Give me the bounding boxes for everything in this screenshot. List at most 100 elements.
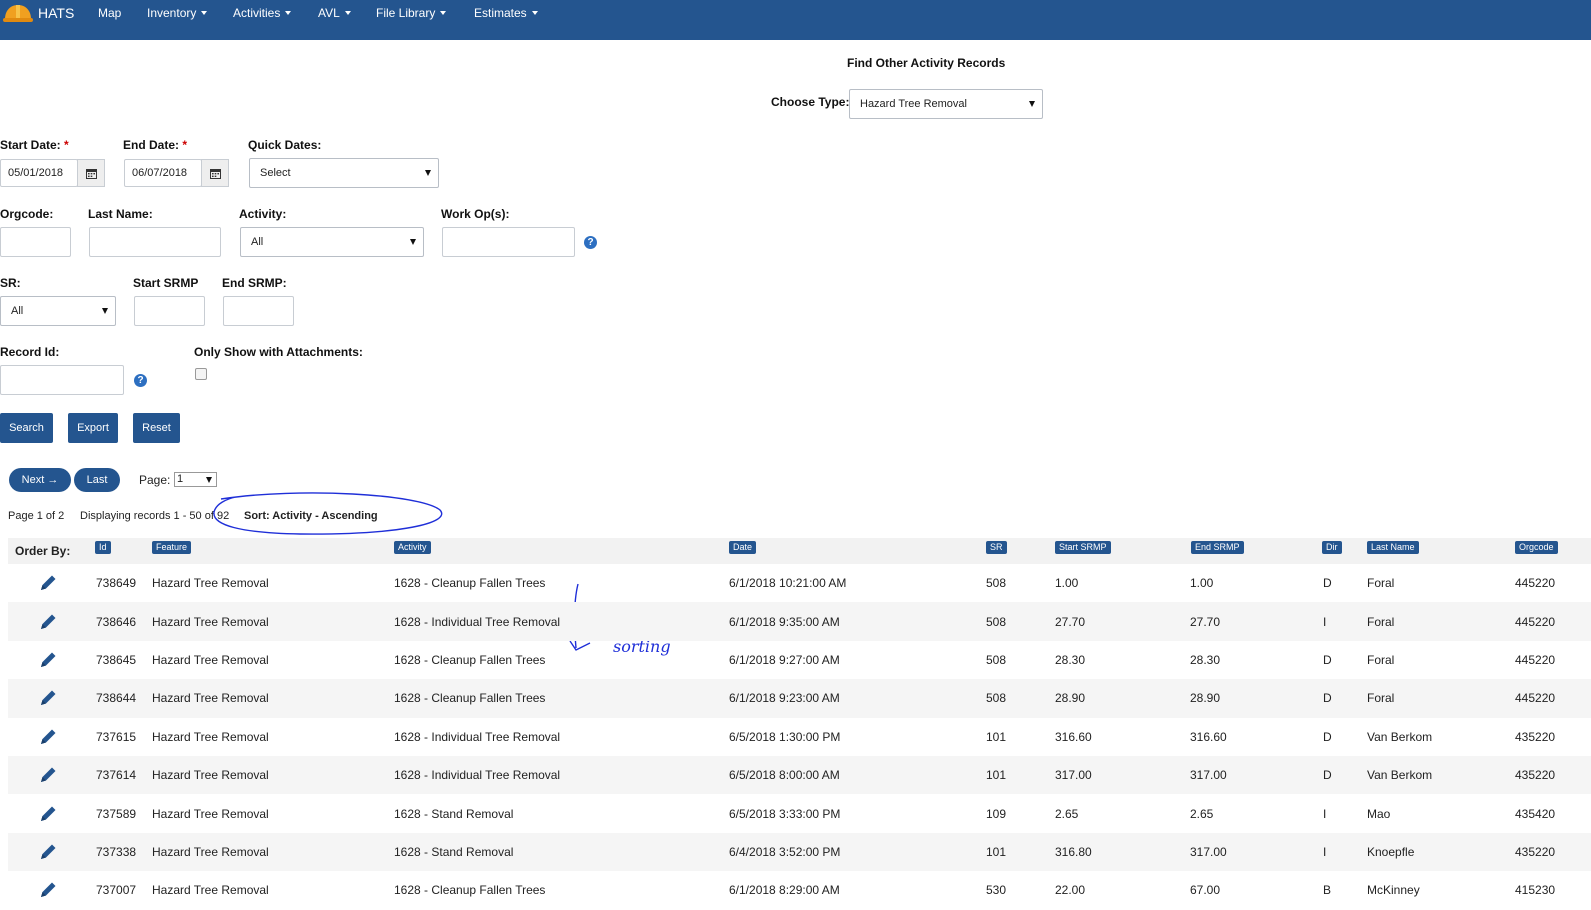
cell-date: 6/4/2018 3:52:00 PM	[729, 844, 841, 859]
sr-label: SR:	[0, 276, 21, 290]
cell-activity: 1628 - Cleanup Fallen Trees	[394, 576, 546, 591]
edit-pencil-icon[interactable]	[38, 727, 58, 747]
edit-pencil-icon[interactable]	[38, 804, 58, 824]
edit-pencil-icon[interactable]	[38, 880, 58, 900]
next-button[interactable]: Next →	[9, 468, 71, 492]
cell-end-srmp: 317.00	[1190, 844, 1227, 859]
record-id-input[interactable]	[0, 365, 124, 395]
end-date-label: End Date: *	[123, 138, 188, 152]
cell-last-name: Van Berkom	[1367, 768, 1433, 783]
orgcode-input[interactable]	[0, 227, 71, 257]
cell-last-name: Van Berkom	[1367, 729, 1433, 744]
sort-activity[interactable]: Activity	[394, 541, 431, 554]
caret-down-icon	[344, 11, 351, 15]
dropdown-arrow-icon	[102, 308, 108, 314]
nav-activities[interactable]: Activities	[233, 6, 292, 20]
page-label: Page:	[139, 473, 171, 487]
sort-end-srmp[interactable]: End SRMP	[1191, 541, 1244, 554]
cell-dir: D	[1323, 729, 1332, 744]
attachments-checkbox[interactable]	[195, 368, 207, 380]
record-id-label: Record Id:	[0, 345, 60, 359]
end-srmp-input[interactable]	[223, 296, 294, 326]
cell-feature: Hazard Tree Removal	[152, 691, 269, 706]
end-date-calendar-button[interactable]	[201, 159, 229, 187]
search-button[interactable]: Search	[0, 413, 53, 443]
table-row: 737338 Hazard Tree Removal 1628 - Stand Re…	[8, 832, 1591, 872]
orgcode-label: Orgcode:	[0, 207, 54, 221]
start-date-calendar-button[interactable]	[77, 159, 105, 187]
dropdown-arrow-icon	[206, 477, 212, 483]
cell-dir: B	[1323, 883, 1332, 898]
cell-activity: 1628 - Individual Tree Removal	[394, 768, 561, 783]
export-button[interactable]: Export	[68, 413, 118, 443]
cell-activity: 1628 - Individual Tree Removal	[394, 614, 561, 629]
cell-id: 738646	[96, 614, 137, 629]
last-button[interactable]: Last	[74, 468, 120, 492]
nav-file-library[interactable]: File Library	[376, 6, 447, 20]
choose-type-value: Hazard Tree Removal	[860, 98, 967, 110]
sort-id[interactable]: Id	[95, 541, 111, 554]
cell-id: 737007	[96, 883, 137, 898]
cell-id: 737589	[96, 806, 137, 821]
reset-button[interactable]: Reset	[133, 413, 180, 443]
cell-orgcode: 445220	[1515, 614, 1556, 629]
edit-pencil-icon[interactable]	[38, 688, 58, 708]
table-row: 738649 Hazard Tree Removal 1628 - Cleanup …	[8, 564, 1591, 602]
cell-date: 6/1/2018 9:27:00 AM	[729, 652, 840, 667]
edit-pencil-icon[interactable]	[38, 612, 58, 632]
hard-hat-icon	[3, 5, 33, 22]
cell-date: 6/5/2018 8:00:00 AM	[729, 768, 840, 783]
cell-last-name: Knoepfle	[1367, 844, 1415, 859]
page-select[interactable]: 1	[174, 472, 217, 487]
brand[interactable]: HATS	[0, 0, 74, 26]
sort-last-name[interactable]: Last Name	[1367, 541, 1419, 554]
page-of-text: Page 1 of 2	[8, 510, 65, 522]
nav-estimates[interactable]: Estimates	[474, 6, 538, 20]
cell-end-srmp: 1.00	[1190, 576, 1214, 591]
cell-last-name: McKinney	[1367, 883, 1420, 898]
cell-feature: Hazard Tree Removal	[152, 844, 269, 859]
nav-map[interactable]: Map	[98, 6, 121, 20]
results-table: Order By: Id Feature Activity Date SR St…	[8, 538, 1591, 910]
activity-select[interactable]: All	[240, 227, 424, 257]
cell-dir: I	[1323, 844, 1327, 859]
calendar-icon	[85, 168, 97, 179]
cell-date: 6/5/2018 1:30:00 PM	[729, 729, 841, 744]
cell-feature: Hazard Tree Removal	[152, 729, 269, 744]
caret-down-icon	[285, 11, 292, 15]
table-row: 737615 Hazard Tree Removal 1628 - Individu…	[8, 718, 1591, 756]
nav-avl[interactable]: AVL	[318, 6, 351, 20]
quick-dates-select[interactable]: Select	[249, 158, 439, 188]
cell-activity: 1628 - Individual Tree Removal	[394, 729, 561, 744]
cell-date: 6/5/2018 3:33:00 PM	[729, 806, 841, 821]
nav-inventory[interactable]: Inventory	[147, 6, 208, 20]
edit-pencil-icon[interactable]	[38, 650, 58, 670]
dropdown-arrow-icon	[425, 170, 431, 176]
sort-sr[interactable]: SR	[986, 541, 1007, 554]
edit-pencil-icon[interactable]	[38, 573, 58, 593]
cell-end-srmp: 316.60	[1190, 729, 1227, 744]
start-date-input[interactable]: 05/01/2018	[0, 159, 78, 187]
cell-id: 738649	[96, 576, 137, 591]
start-srmp-input[interactable]	[134, 296, 205, 326]
edit-pencil-icon[interactable]	[38, 765, 58, 785]
cell-date: 6/1/2018 10:21:00 AM	[729, 576, 847, 591]
help-icon[interactable]: ?	[584, 236, 597, 249]
end-date-input[interactable]: 06/07/2018	[124, 159, 202, 187]
table-row: 738645 Hazard Tree Removal 1628 - Cleanup …	[8, 641, 1591, 679]
cell-feature: Hazard Tree Removal	[152, 883, 269, 898]
sort-feature[interactable]: Feature	[152, 541, 192, 554]
last-name-input[interactable]	[89, 227, 221, 257]
help-icon[interactable]: ?	[134, 374, 147, 387]
edit-pencil-icon[interactable]	[38, 842, 58, 862]
cell-feature: Hazard Tree Removal	[152, 614, 269, 629]
sort-date[interactable]: Date	[729, 541, 757, 554]
cell-sr: 508	[986, 614, 1007, 629]
work-ops-input[interactable]	[442, 227, 575, 257]
sort-start-srmp[interactable]: Start SRMP	[1055, 541, 1111, 554]
sort-dir[interactable]: Dir	[1322, 541, 1342, 554]
sr-select[interactable]: All	[0, 296, 116, 326]
choose-type-select[interactable]: Hazard Tree Removal	[849, 89, 1043, 119]
table-header: Order By: Id Feature Activity Date SR St…	[8, 538, 1591, 564]
sort-orgcode[interactable]: Orgcode	[1515, 541, 1558, 554]
